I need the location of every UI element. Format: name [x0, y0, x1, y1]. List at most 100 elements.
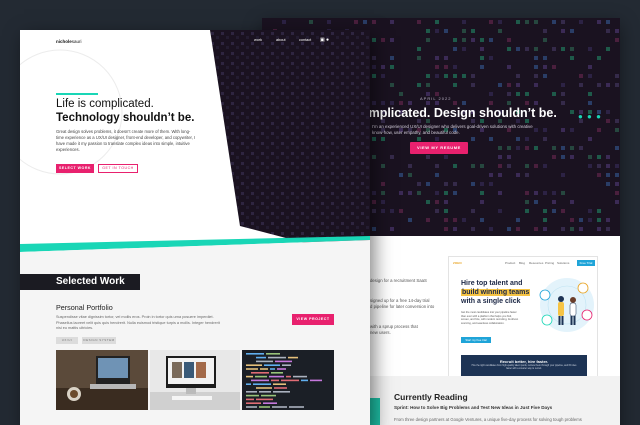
pixel-tile: [390, 38, 394, 42]
pixel-tile: [435, 56, 439, 60]
pixel-tile: [552, 92, 556, 96]
linkedin-icon[interactable]: ▣: [320, 37, 325, 43]
pixel-tile: [372, 200, 376, 204]
code-token: [274, 387, 287, 389]
code-token: [246, 375, 253, 378]
pixel-tile: [390, 101, 394, 105]
project-screenshot[interactable]: ZOHO Product Blog Resources Pricing Solu…: [448, 256, 598, 380]
pixel-tile: [615, 74, 619, 78]
pixel-tile: [588, 74, 592, 78]
code-token: [251, 372, 269, 374]
project-nav-item: Solutions: [557, 261, 570, 265]
pixel-tile: [561, 20, 565, 24]
pixel-tile: [408, 191, 412, 195]
nav-contact[interactable]: contact: [299, 38, 311, 42]
pixel-tile: [408, 164, 412, 168]
pixel-tile: [615, 200, 619, 204]
code-token: [256, 398, 273, 401]
code-token: [273, 391, 290, 393]
pixel-tile: [444, 155, 448, 159]
code-token: [310, 379, 322, 382]
pixel-tile: [543, 29, 547, 33]
hero-tagline: complicated. Design shouldn’t be.: [354, 106, 557, 120]
pixel-tile: [588, 218, 592, 222]
pixel-tile: [552, 155, 556, 159]
code-token: [246, 394, 259, 397]
pixel-tile: [516, 227, 520, 231]
accent-line: [56, 93, 98, 95]
pixel-tile: [480, 38, 484, 42]
pixel-tile: [507, 101, 511, 105]
pixel-tile: [435, 29, 439, 33]
pixel-tile: [579, 218, 583, 222]
pixel-tile: [552, 65, 556, 69]
pixel-tile: [381, 65, 385, 69]
pixel-tile: [516, 137, 520, 141]
code-token: [246, 406, 257, 408]
pixel-tile: [588, 65, 592, 69]
code-token: [271, 379, 279, 382]
pixel-tile: [615, 173, 619, 177]
pixel-tile: [534, 200, 538, 204]
pixel-tile: [435, 137, 439, 141]
site-logo[interactable]: nicholesauri: [56, 39, 82, 44]
pixel-tile: [570, 155, 574, 159]
pixel-tile: [498, 20, 502, 24]
desktop-photo[interactable]: [150, 350, 240, 410]
pixel-tile: [525, 20, 529, 24]
pixel-tile: [471, 164, 475, 168]
project-trial-button: Start my free trial: [461, 337, 491, 343]
pixel-tile: [372, 65, 376, 69]
view-project-button[interactable]: VIEW PROJECT: [292, 314, 334, 325]
nav-about[interactable]: about: [276, 38, 286, 42]
pixel-tile: [282, 20, 286, 24]
code-token: [282, 364, 291, 366]
pixel-tile: [390, 155, 394, 159]
project-headline-line: Hire top talent and: [461, 280, 523, 287]
pixel-tile: [525, 101, 529, 105]
pixel-tile: [498, 146, 502, 150]
pixel-tile: [471, 38, 475, 42]
project-desc-line: new users.: [370, 330, 391, 335]
code-token: [246, 398, 254, 401]
reading-book-title[interactable]: Sprint: How to Solve Big Problems and Te…: [394, 405, 552, 410]
code-editor-photo[interactable]: [242, 350, 334, 410]
pixel-tile: [525, 191, 529, 195]
pixel-tile: [417, 191, 421, 195]
view-resume-button[interactable]: VIEW MY RESUME: [410, 142, 468, 154]
pixel-tile: [498, 209, 502, 213]
pixel-tile: [462, 101, 466, 105]
code-token: [259, 391, 271, 393]
laptop-photo[interactable]: [56, 350, 148, 410]
pixel-tile: [444, 200, 448, 204]
project-nav: ZOHO Product Blog Resources Pricing Solu…: [453, 260, 595, 269]
pixel-tile: [417, 137, 421, 141]
portfolio-light-mockup: nicholesauri work about contact ▣ ● Life…: [20, 30, 370, 425]
pixel-tile: [498, 155, 502, 159]
pixel-tile: [426, 218, 430, 222]
nav-work[interactable]: work: [254, 38, 262, 42]
pixel-tile: [579, 20, 583, 24]
pixel-tile: [561, 47, 565, 51]
code-token: [268, 356, 286, 359]
pixel-tile: [444, 182, 448, 186]
pixel-tile: [597, 56, 601, 60]
pixel-tile: [399, 92, 403, 96]
github-icon[interactable]: ●: [326, 37, 329, 43]
pixel-tile: [471, 209, 475, 213]
select-work-button[interactable]: SELECT WORK: [56, 164, 94, 173]
pixel-tile: [480, 200, 484, 204]
get-in-touch-button[interactable]: GET IN TOUCH: [98, 164, 138, 173]
pixel-tile: [552, 191, 556, 195]
pixel-tile: [462, 29, 466, 33]
pixel-tile: [489, 92, 493, 96]
pixel-tile: [399, 173, 403, 177]
code-token: [286, 375, 291, 378]
pixel-tile: [435, 164, 439, 168]
reading-description: From three design partners at Google Ven…: [394, 417, 582, 422]
pixel-tile: [525, 92, 529, 96]
pixel-tile: [399, 101, 403, 105]
pixel-tile: [453, 101, 457, 105]
code-token: [272, 406, 287, 408]
pixel-tile: [561, 227, 565, 231]
